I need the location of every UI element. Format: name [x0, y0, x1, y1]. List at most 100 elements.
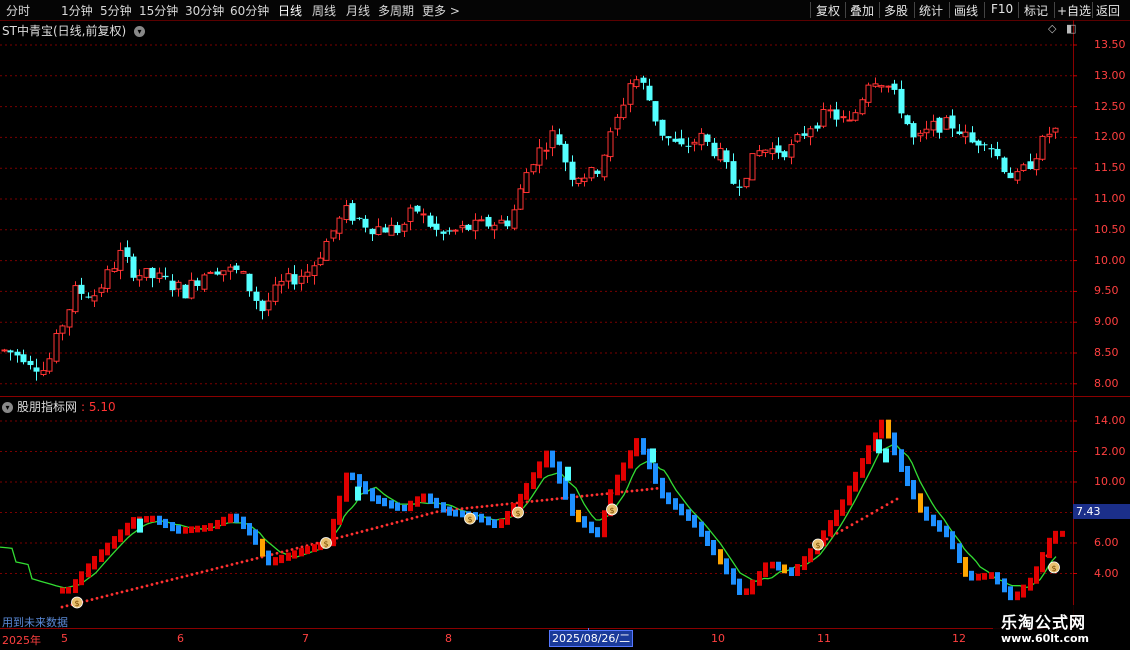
main-chart-title: ST中青宝(日线,前复权) ▾: [2, 22, 145, 39]
watermark-url: www.60lt.com: [1001, 632, 1090, 645]
indicator-tick-label: 14.00: [1094, 414, 1126, 427]
indicator-bar: [1047, 537, 1052, 559]
indicator-bar: [312, 544, 317, 553]
indicator-bar: [92, 555, 97, 570]
candle-body-up: [220, 270, 227, 276]
indicator-bar: [782, 564, 787, 574]
indicator-bar: [860, 458, 865, 478]
indicator-highlight-bar: [565, 466, 571, 481]
panel-toggle-icon[interactable]: ◧: [1066, 22, 1076, 35]
month-label-10: 10: [711, 632, 725, 645]
dotted-line-point: [205, 569, 209, 573]
candle-body-down: [194, 280, 201, 286]
indicator-bar: [582, 516, 587, 528]
chevron-down-icon[interactable]: ▾: [133, 26, 145, 37]
candle-body-down: [85, 296, 92, 298]
candle-body-up: [620, 104, 627, 119]
candle-body-down: [775, 145, 782, 153]
indicator-bar: [776, 561, 781, 571]
dotted-line-point: [160, 580, 164, 584]
diamond-icon[interactable]: ◇: [1048, 22, 1056, 35]
candle-body-up: [201, 274, 208, 290]
candle-body-up: [846, 119, 853, 122]
indicator-bar: [86, 563, 91, 578]
dotted-line-point: [360, 530, 364, 533]
candle-body-down: [149, 267, 156, 279]
candle-body-up: [407, 207, 414, 222]
candle-body-up: [104, 269, 111, 289]
candle-body-up: [581, 177, 588, 183]
candle-body-up: [375, 226, 382, 235]
watermark-title: 乐淘公式网: [1001, 613, 1087, 632]
dotted-line-point: [140, 585, 144, 589]
candle-body-down: [1001, 157, 1008, 173]
dotted-line-point: [845, 526, 849, 529]
candle-body-down: [33, 367, 40, 372]
candle-body-up: [743, 177, 750, 188]
dotted-line-point: [560, 496, 564, 500]
indicator-bar: [744, 588, 749, 595]
candle-body-up: [1014, 171, 1021, 181]
candle-body-up: [240, 271, 247, 274]
candle-body-up: [207, 271, 214, 274]
dotted-line-point: [640, 488, 644, 492]
indicator-bar: [840, 499, 845, 516]
dotted-line-point: [365, 528, 369, 532]
dotted-line-point: [300, 545, 304, 549]
dotted-line-point: [625, 490, 629, 493]
dotted-line-point: [535, 499, 539, 503]
candle-body-down: [981, 144, 988, 146]
candle-body-down: [27, 360, 34, 366]
price-tick-label: 12.50: [1094, 99, 1126, 113]
candle-body-down: [356, 217, 363, 219]
price-tick-label: 9.00: [1094, 315, 1119, 329]
site-watermark: 乐淘公式网 www.60lt.com: [993, 605, 1130, 650]
candle-body-up: [872, 83, 879, 87]
candle-body-down: [678, 138, 685, 145]
indicator-bar: [737, 578, 742, 595]
indicator-bar: [641, 438, 646, 455]
dotted-line-point: [650, 487, 654, 491]
candle-body-down: [891, 83, 898, 90]
month-label-6: 6: [177, 632, 184, 645]
dotted-line-point: [350, 532, 354, 536]
candle-body-up: [498, 219, 505, 224]
dotted-line-point: [285, 549, 289, 553]
candle-body-up: [491, 224, 498, 231]
dotted-line-point: [185, 574, 189, 578]
dotted-line-point: [375, 526, 379, 529]
candle-body-up: [717, 147, 724, 161]
dotted-line-point: [475, 505, 479, 509]
candle-body-down: [20, 354, 27, 363]
candle-body-up: [588, 167, 595, 179]
dotted-line-point: [885, 503, 889, 507]
candle-body-up: [272, 284, 279, 302]
indicator-bar: [679, 503, 684, 516]
indicator-bar: [544, 450, 549, 468]
chart-canvas[interactable]: $ $ $ $ $ $ $: [0, 0, 1130, 650]
chart-corner-icons: ◇ ◧: [1042, 22, 1076, 35]
dotted-line-point: [155, 581, 159, 585]
dotted-line-point: [390, 522, 394, 526]
candle-body-up: [111, 268, 118, 272]
indicator-highlight-bar: [650, 448, 656, 463]
indicator-tick-label: 12.00: [1094, 444, 1126, 458]
chevron-down-icon[interactable]: ▾: [2, 402, 13, 413]
indicator-highlight-bar: [876, 439, 882, 454]
indicator-bar: [808, 548, 813, 563]
indicator-bar: [673, 498, 678, 510]
candle-body-up: [40, 370, 47, 375]
candle-body-up: [536, 147, 543, 166]
candle-body-down: [1027, 161, 1034, 170]
candle-body-up: [698, 132, 705, 146]
dotted-line-point: [145, 584, 149, 588]
candle-body-down: [781, 151, 788, 158]
candle-body-down: [465, 224, 472, 230]
indicator-bar: [389, 500, 394, 509]
indicator-bar: [918, 493, 923, 513]
indicator-bar: [1028, 577, 1033, 591]
indicator-bar: [879, 419, 884, 439]
dotted-line-point: [460, 507, 464, 511]
indicator-bar: [292, 550, 297, 559]
candle-body-up: [607, 131, 614, 158]
